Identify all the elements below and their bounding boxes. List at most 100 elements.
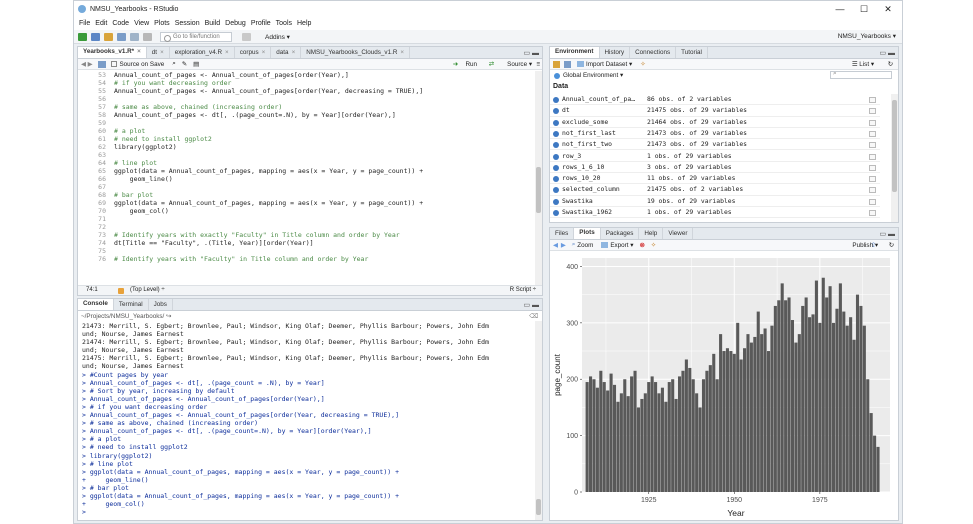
expand-icon[interactable] [553,142,559,149]
env-window-controls[interactable]: ▭ ▬ [879,49,895,57]
environment-row[interactable]: Annual_count_of_pa… 86 obs. of 2 variable… [550,94,880,106]
tab-files[interactable]: Files [550,228,575,239]
tab-dt[interactable]: dt × [147,47,170,58]
tab-exploration-v4-r[interactable]: exploration_v4.R × [170,47,235,58]
clear-plots-icon[interactable]: ✧ [651,242,656,249]
menu-build[interactable]: Build [205,20,221,27]
remove-plot-icon[interactable]: ⊗ [639,242,644,249]
menu-tools[interactable]: Tools [276,20,292,27]
console-scrollbar[interactable] [535,321,542,520]
expand-icon[interactable] [553,210,559,216]
code-line[interactable]: 73 # Identify years with exactly "Faculty… [78,231,534,239]
tab-help[interactable]: Help [639,228,664,239]
code-line[interactable]: 66 geom_line() [78,175,534,183]
wand-icon[interactable]: ✎ [182,61,187,68]
refresh-icon[interactable]: ↻ [888,61,893,68]
code-line[interactable]: 70 geom_col() [78,207,534,215]
code-line[interactable]: 63 [78,151,534,159]
code-line[interactable]: 53 Annual_count_of_pages <- Annual_count_… [78,71,534,79]
expand-icon[interactable] [553,130,559,137]
source-button[interactable]: Source ▾ [507,61,532,68]
view-grid-icon[interactable] [869,176,876,183]
menu-debug[interactable]: Debug [225,20,246,27]
menu-code[interactable]: Code [112,20,129,27]
tab-connections[interactable]: Connections [630,47,677,58]
code-line[interactable]: 54 # if you want decreasing order [78,79,534,87]
pane-window-controls[interactable]: ▭ ▬ [523,49,539,57]
search-icon[interactable]: ⌕ [172,60,176,68]
export-button[interactable]: Export ▾ [610,242,633,249]
close-tab-icon[interactable]: × [400,49,404,56]
close-tab-icon[interactable]: × [137,48,141,55]
code-line[interactable]: 64 # line plot [78,159,534,167]
menu-file[interactable]: File [79,20,90,27]
close-tab-icon[interactable]: × [262,49,266,56]
save-all-icon[interactable] [130,32,139,41]
environment-row[interactable]: exclude_some 21464 obs. of 29 variables [550,117,880,128]
save-workspace-icon[interactable] [564,60,571,68]
broom-icon[interactable]: ✧ [640,61,645,68]
tab-tutorial[interactable]: Tutorial [676,47,708,58]
code-line[interactable]: 68 # bar plot [78,191,534,199]
view-grid-icon[interactable] [869,210,876,216]
environment-row[interactable]: selected_column 21475 obs. of 2 variables [550,184,880,196]
source-on-save-checkbox[interactable] [111,61,118,67]
expand-icon[interactable] [553,119,559,126]
view-grid-icon[interactable] [869,198,876,205]
close-tab-icon[interactable]: × [160,49,164,56]
close-button[interactable]: ✕ [876,1,900,17]
view-grid-icon[interactable] [869,164,876,171]
menu-edit[interactable]: Edit [95,20,107,27]
code-line[interactable]: 72 [78,223,534,231]
environment-scope-selector[interactable]: Global Environment ▾ [563,72,623,79]
open-file-icon[interactable] [104,32,113,41]
view-grid-icon[interactable] [869,187,876,194]
code-line[interactable]: 69 ggplot(data = Annual_count_of_pages, m… [78,199,534,207]
view-grid-icon[interactable] [869,153,876,160]
new-file-icon[interactable] [78,32,87,41]
expand-icon[interactable] [553,176,559,183]
tab-yearbooks-v1-r[interactable]: Yearbooks_v1.R* × [78,47,147,58]
tab-nmsu-yearbooks-clouds-v1-r[interactable]: NMSU_Yearbooks_Clouds_v1.R × [301,47,411,58]
code-line[interactable]: 71 [78,215,534,223]
compile-report-icon[interactable]: ▤ [193,61,199,68]
code-line[interactable]: 74 dt[Title == "Faculty", .(Title, Year)]… [78,239,534,247]
addins-menu[interactable]: Addins ▾ [265,33,290,41]
console-output[interactable]: 21473: Merrill, S. Egbert; Brownlee, Pau… [82,322,532,516]
code-line[interactable]: 75 [78,247,534,255]
print-icon[interactable] [143,32,152,41]
environment-row[interactable]: rows_1_6_10 3 obs. of 29 variables [550,162,880,174]
code-line[interactable]: 59 [78,119,534,127]
environment-row[interactable]: Swastika_1962 1 obs. of 29 variables [550,207,880,219]
tab-plots[interactable]: Plots [574,228,601,239]
minimize-button[interactable]: — [828,1,852,17]
outline-icon[interactable]: ≡ [536,61,540,68]
save-icon[interactable] [117,32,126,41]
view-grid-icon[interactable] [869,119,876,126]
code-line[interactable]: 76 # Identify years with "Faculty" in Tit… [78,255,534,263]
expand-icon[interactable] [553,198,559,205]
menu-profile[interactable]: Profile [251,20,271,27]
expand-icon[interactable] [553,187,559,194]
menu-view[interactable]: View [134,20,149,27]
save-file-icon[interactable] [98,60,107,68]
working-directory[interactable]: ~/Projects/NMSU_Yearbooks/ ↪ [81,313,171,320]
environment-row[interactable]: not_first_last 21473 obs. of 29 variables [550,128,880,140]
environment-row[interactable]: Swastika 19 obs. of 29 variables [550,196,880,207]
view-grid-icon[interactable] [869,97,876,103]
tab-console[interactable]: Console [78,299,114,310]
rerun-icon[interactable]: ⇄ [489,61,494,68]
expand-icon[interactable] [553,153,559,160]
console-window-controls[interactable]: ▭ ▬ [523,301,539,309]
plots-window-controls[interactable]: ▭ ▬ [879,230,895,238]
view-grid-icon[interactable] [869,108,876,115]
menu-plots[interactable]: Plots [154,20,170,27]
environment-row[interactable]: dt 21475 obs. of 29 variables [550,105,880,117]
tab-data[interactable]: data × [271,47,302,58]
tab-packages[interactable]: Packages [601,228,640,239]
code-line[interactable]: 55 Annual_count_of_pages <- Annual_count_… [78,87,534,95]
code-line[interactable]: 57 # same as above, chained (increasing o… [78,103,534,111]
code-line[interactable]: 67 [78,183,534,191]
list-view-selector[interactable]: ☰ List ▾ [852,61,874,68]
zoom-button[interactable]: Zoom [577,242,593,249]
